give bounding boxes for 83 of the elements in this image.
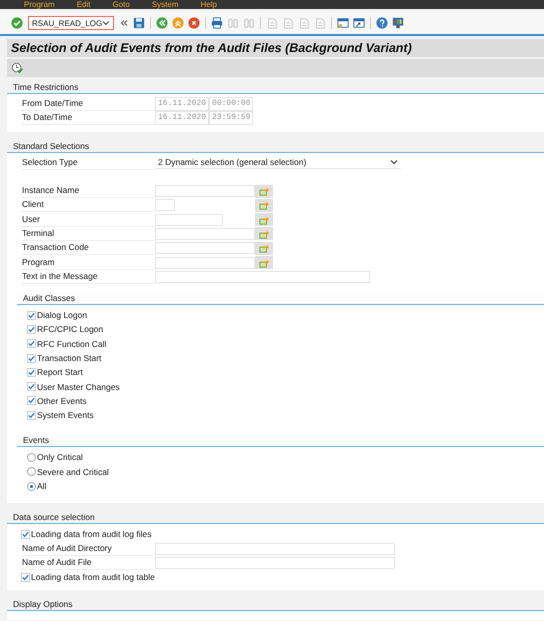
- execute-icon[interactable]: [11, 62, 23, 74]
- find-icon[interactable]: [227, 17, 239, 29]
- input-field[interactable]: [155, 242, 255, 254]
- section-title: Data source selection: [7, 511, 544, 524]
- menu-item[interactable]: Goto: [112, 0, 130, 9]
- radio-label: Severe and Critical: [37, 466, 109, 477]
- checkbox-label: RFC/CPIC Logon: [37, 324, 104, 334]
- field-label: Name of Audit Directory: [21, 542, 155, 556]
- checkbox-label: Other Events: [37, 396, 87, 406]
- back-icon[interactable]: [156, 17, 168, 29]
- search-help-button[interactable]: [255, 184, 273, 198]
- section-title: Display Options: [7, 598, 544, 612]
- cancel-icon[interactable]: [188, 17, 200, 29]
- checkbox[interactable]: [27, 410, 36, 420]
- field-label: Text in the Message: [21, 270, 155, 284]
- input-field[interactable]: [155, 199, 175, 212]
- checkbox-label: User Master Changes: [37, 382, 120, 392]
- input-field[interactable]: [155, 542, 395, 555]
- input-field[interactable]: [155, 214, 223, 226]
- window-icon[interactable]: [337, 17, 349, 29]
- section-title: Standard Selections: [7, 140, 544, 153]
- check-icon[interactable]: [11, 17, 23, 29]
- checkbox[interactable]: [27, 324, 36, 334]
- checkbox[interactable]: [21, 530, 30, 539]
- save-icon[interactable]: [133, 17, 145, 29]
- group-title: Events: [17, 434, 544, 448]
- screen-title: Selection of Audit Events from the Audit Files (Background Variant): [11, 41, 412, 55]
- checkbox-label: Loading data from audit log files: [31, 529, 152, 540]
- group-title: Audit Classes: [17, 292, 544, 305]
- window-icon[interactable]: [353, 17, 365, 29]
- input-field[interactable]: [155, 556, 395, 569]
- checkbox[interactable]: [27, 368, 36, 377]
- field-label: Program: [21, 256, 155, 270]
- chevron-down-icon[interactable]: [102, 19, 110, 27]
- radio-button[interactable]: [27, 452, 36, 462]
- radio-label: Only Critical: [37, 452, 83, 462]
- monitor-icon[interactable]: [392, 17, 404, 29]
- input-field[interactable]: [155, 270, 370, 283]
- menu-item[interactable]: Program: [24, 0, 55, 9]
- input-field[interactable]: [155, 228, 255, 240]
- search-help-button[interactable]: [255, 256, 273, 270]
- field-label: Terminal: [21, 226, 155, 241]
- dropdown[interactable]: 2 Dynamic selection (general selection): [155, 156, 401, 170]
- exit-icon[interactable]: [172, 17, 184, 29]
- section-title: Time Restrictions: [7, 81, 544, 94]
- radio-button[interactable]: [27, 467, 36, 476]
- search-help-button[interactable]: [255, 213, 273, 226]
- checkbox-label: Report Start: [37, 367, 83, 378]
- field-label: To Date/Time: [21, 111, 155, 126]
- collapse-icon[interactable]: [120, 19, 128, 27]
- checkbox[interactable]: [27, 310, 36, 320]
- search-help-button[interactable]: [255, 227, 273, 240]
- checkbox-label: Dialog Logon: [37, 310, 88, 320]
- menu-item[interactable]: System: [152, 0, 178, 9]
- menu-item[interactable]: Help: [200, 0, 217, 9]
- checkbox-label: System Events: [37, 410, 94, 420]
- input-field[interactable]: [155, 185, 255, 198]
- checkbox[interactable]: [27, 396, 36, 406]
- print-icon[interactable]: [211, 17, 223, 29]
- checkbox[interactable]: [27, 354, 36, 362]
- field-label: User: [21, 212, 155, 227]
- field-label: From Date/Time: [21, 97, 155, 112]
- search-help-button[interactable]: [255, 242, 273, 255]
- checkbox-label: RFC Function Call: [37, 338, 106, 349]
- field-label: Selection Type: [21, 156, 155, 170]
- checkbox[interactable]: [27, 382, 36, 392]
- checkbox[interactable]: [21, 572, 30, 582]
- field-label: Client: [21, 198, 155, 212]
- find-next-icon[interactable]: [243, 17, 255, 29]
- field-label: Name of Audit File: [21, 556, 155, 570]
- radio-label: All: [37, 481, 46, 492]
- search-help-button[interactable]: [255, 198, 273, 212]
- chevron-down-icon[interactable]: [390, 158, 398, 166]
- menu-item[interactable]: Edit: [76, 0, 90, 9]
- checkbox-label: Transaction Start: [37, 353, 102, 363]
- checkbox[interactable]: [27, 339, 36, 348]
- help-icon[interactable]: [376, 17, 388, 29]
- radio-button[interactable]: [27, 482, 36, 491]
- input-field[interactable]: [155, 256, 255, 269]
- command-field[interactable]: RSAU_READ_LOG: [28, 16, 114, 30]
- field-label: Transaction Code: [21, 241, 155, 256]
- field-label: Instance Name: [21, 184, 155, 198]
- checkbox-label: Loading data from audit log table: [31, 572, 155, 582]
